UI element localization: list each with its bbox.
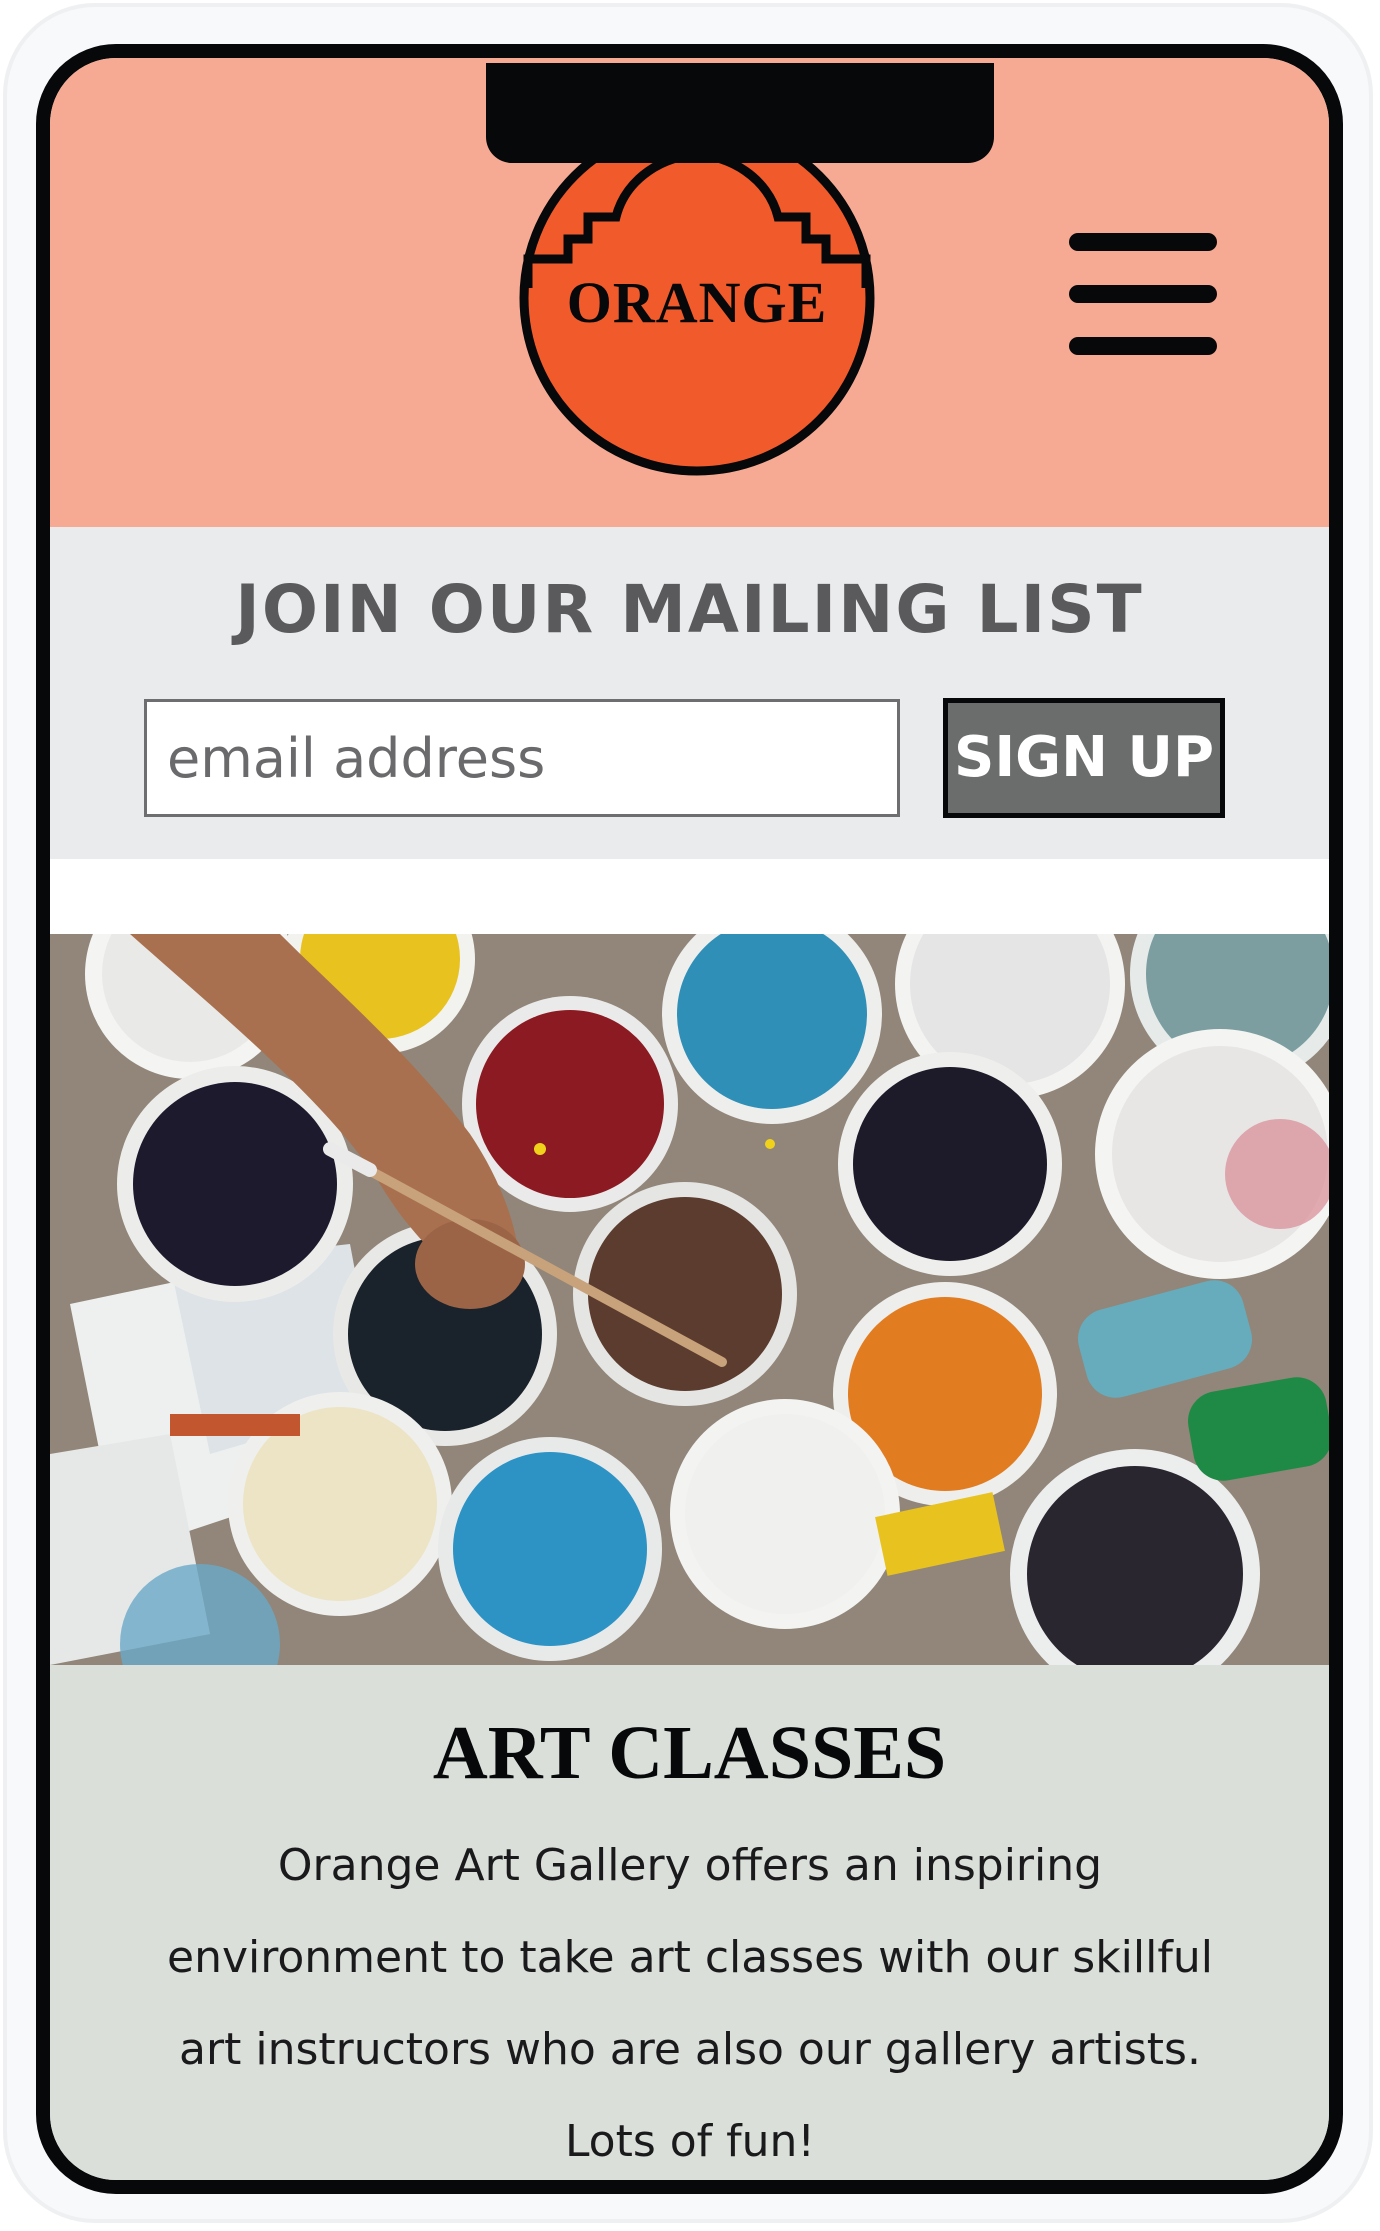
art-classes-description: Orange Art Gallery offers an inspiring e… bbox=[167, 1840, 1213, 2167]
paint-buckets-image bbox=[50, 934, 1329, 1665]
hamburger-menu-icon[interactable] bbox=[1069, 233, 1217, 359]
art-classes-title: ART CLASSES bbox=[432, 1711, 947, 1795]
mailing-list-section: JOIN OUR MAILING LIST SIGN UP bbox=[50, 527, 1329, 859]
section-spacer bbox=[50, 859, 1329, 934]
mailing-list-title: JOIN OUR MAILING LIST bbox=[235, 571, 1144, 648]
logo-text: ORANGE bbox=[567, 270, 828, 335]
device-notch bbox=[486, 63, 994, 163]
art-classes-section: ART CLASSES Orange Art Gallery offers an… bbox=[50, 1665, 1329, 2180]
orange-logo[interactable]: ORANGE bbox=[516, 117, 878, 479]
sign-up-button[interactable]: SIGN UP bbox=[943, 698, 1225, 818]
device-screen: ORANGE JOIN OUR MAILING LIST SIGN UP bbox=[36, 44, 1343, 2194]
email-field[interactable] bbox=[144, 699, 900, 817]
